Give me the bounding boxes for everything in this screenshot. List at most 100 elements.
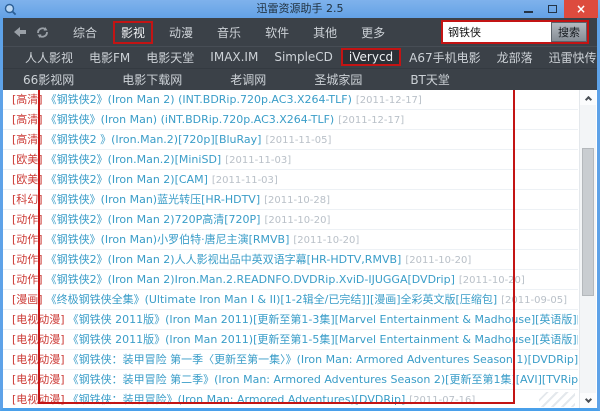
search-input[interactable] bbox=[443, 22, 551, 42]
app-window: 迅雷资源助手 2.5 × 综合 影视 动漫 音乐 软件 其他 更多 钢铁侠 搜索… bbox=[0, 0, 600, 411]
back-arrow-icon bbox=[14, 27, 26, 37]
result-date: [2011-11-05] bbox=[265, 135, 332, 146]
site-nav-item[interactable]: 电影下载网 bbox=[114, 69, 190, 90]
category-tag: [动作] bbox=[12, 273, 43, 286]
result-row[interactable]: [动作] 《钢铁侠》(Iron Man)小罗伯特·唐尼主演[RMVB] [2011-… bbox=[3, 230, 578, 250]
resize-grip[interactable] bbox=[539, 392, 575, 407]
category-tab[interactable]: 其他 bbox=[305, 21, 345, 44]
site-nav-item[interactable]: 老调网 bbox=[222, 69, 274, 90]
result-row[interactable]: [欧美] 《钢铁侠2》(Iron.Man.2)[MiniSD] [2011-11-0… bbox=[3, 150, 578, 170]
close-button[interactable]: × bbox=[564, 0, 598, 18]
site-nav-item[interactable]: IMAX.IM bbox=[202, 48, 266, 66]
category-tag: [动作] bbox=[12, 213, 43, 226]
titlebar: 迅雷资源助手 2.5 × bbox=[0, 0, 600, 18]
category-tab[interactable]: 软件 bbox=[257, 21, 297, 44]
result-link[interactable]: 《钢铁侠2》(Iron.Man.2)[MiniSD] bbox=[46, 153, 222, 166]
scroll-up-button[interactable] bbox=[580, 90, 596, 105]
result-row[interactable]: [动作] 《钢铁侠2》(Iron Man 2)Iron.Man.2.READNFO… bbox=[3, 270, 578, 290]
result-row[interactable]: [电视动漫] 《钢铁侠：装甲冒险 第一季〈更新至第一集〉》(Iron Man: A… bbox=[3, 350, 578, 370]
result-date: [2011-09-05] bbox=[501, 295, 568, 306]
result-link[interactable]: 《钢铁侠》(Iron Man)蓝光转压[HR-HDTV] bbox=[46, 193, 261, 206]
window-title: 迅雷资源助手 2.5 bbox=[256, 2, 344, 15]
back-button[interactable] bbox=[9, 21, 31, 43]
search-button[interactable]: 搜索 bbox=[551, 22, 587, 42]
minimize-button[interactable] bbox=[516, 0, 540, 18]
window-body: 综合影视动漫音乐软件其他更多 搜索 人人影视电影FM电影天堂IMAX.IMSim… bbox=[0, 18, 600, 411]
result-row[interactable]: [电视动漫] 《钢铁侠：装甲冒险 第二季》(Iron Man: Armored A… bbox=[3, 370, 578, 390]
scrollbar[interactable] bbox=[579, 90, 596, 408]
search-area: 搜索 bbox=[441, 20, 589, 44]
site-nav-item[interactable]: 66影视网 bbox=[15, 69, 82, 90]
app-logo-icon bbox=[4, 3, 17, 16]
category-tab[interactable]: 音乐 bbox=[209, 21, 249, 44]
category-tag: [漫画] bbox=[12, 293, 43, 306]
category-tag: [欧美] bbox=[12, 153, 43, 166]
scrollbar-track[interactable] bbox=[580, 105, 596, 393]
category-tab[interactable]: 更多 bbox=[353, 21, 393, 44]
site-nav-item[interactable]: 圣城家园 bbox=[306, 69, 370, 90]
chevron-up-icon bbox=[584, 95, 592, 103]
result-row[interactable]: [高清] 《钢铁侠》(Iron Man) (iNT.BDRip.720p.AC3.… bbox=[3, 110, 578, 130]
result-link[interactable]: 《钢铁侠 2011版》(Iron Man 2011)[更新至第1-3集][Mar… bbox=[68, 313, 578, 326]
result-row[interactable]: [高清] 《钢铁侠2 》(Iron.Man.2)[720p][BluRay] [20… bbox=[3, 130, 578, 150]
result-link[interactable]: 《钢铁侠2》(Iron Man 2)人人影视出品中英双语字幕[HR-HDTV,R… bbox=[46, 253, 402, 266]
site-nav-item[interactable]: 电影天堂 bbox=[138, 47, 202, 68]
category-tag: [动作] bbox=[12, 253, 43, 266]
category-tab[interactable]: 综合 bbox=[65, 21, 105, 44]
result-date: [2011-07-16] bbox=[409, 395, 476, 406]
result-date: [2011-10-20] bbox=[458, 275, 525, 286]
result-row[interactable]: [动作] 《钢铁侠2》(Iron Man 2)720P高清[720P] [2011-… bbox=[3, 210, 578, 230]
result-row[interactable]: [电视动漫] 《钢铁侠 2011版》(Iron Man 2011)[更新至第1-5… bbox=[3, 330, 578, 350]
result-link[interactable]: 《钢铁侠：装甲冒险 第一季〈更新至第一集〉》(Iron Man: Armored… bbox=[68, 353, 578, 366]
refresh-button[interactable] bbox=[31, 21, 53, 43]
category-tag: [高清] bbox=[12, 133, 43, 146]
site-nav-item[interactable]: A67手机电影 bbox=[401, 47, 488, 68]
result-date: [2011-11-03] bbox=[211, 175, 278, 186]
category-tag: [动作] bbox=[12, 233, 43, 246]
site-nav-item[interactable]: 人人影视 bbox=[17, 47, 81, 68]
maximize-button[interactable] bbox=[540, 0, 564, 18]
result-row[interactable]: [高清] 《钢铁侠2》(Iron Man 2) (INT.BDRip.720p.A… bbox=[3, 90, 578, 110]
category-tag: [电视动漫] bbox=[12, 353, 65, 366]
result-row[interactable]: [动作] 《钢铁侠2》(Iron Man 2)人人影视出品中英双语字幕[HR-HD… bbox=[3, 250, 578, 270]
category-tab[interactable]: 动漫 bbox=[161, 21, 201, 44]
result-link[interactable]: 《钢铁侠2》(Iron Man 2) (INT.BDRip.720p.AC3.X… bbox=[46, 93, 352, 106]
site-nav-row1: 人人影视 电影FM 电影天堂 IMAX.IM SimpleCD iVerycd A67手机电… bbox=[3, 46, 597, 68]
result-link[interactable]: 《钢铁侠2》(Iron Man 2)720P高清[720P] bbox=[46, 213, 261, 226]
result-date: [2011-10-28] bbox=[264, 195, 331, 206]
result-link[interactable]: 《钢铁侠2》(Iron Man 2)Iron.Man.2.READNFO.DVD… bbox=[46, 273, 455, 286]
site-nav-item[interactable]: iVerycd bbox=[340, 48, 402, 66]
result-row[interactable]: [漫画] 《终极钢铁侠全集》(Ultimate Iron Man I & II)[… bbox=[3, 290, 578, 310]
result-row[interactable]: [电视动漫] 《钢铁侠：装甲冒险》(Iron Man: Armored Adven… bbox=[3, 390, 578, 408]
result-link[interactable]: 《钢铁侠》(Iron Man) (iNT.BDRip.720p.AC3.X264… bbox=[46, 113, 335, 126]
result-link[interactable]: 《钢铁侠》(Iron Man)小罗伯特·唐尼主演[RMVB] bbox=[46, 233, 290, 246]
site-nav-row2: 66影视网 电影下载网 老调网 圣城家园 BT天堂 bbox=[3, 68, 597, 90]
result-row[interactable]: [科幻] 《钢铁侠》(Iron Man)蓝光转压[HR-HDTV] [2011-10… bbox=[3, 190, 578, 210]
site-nav-item[interactable]: 龙部落 bbox=[489, 47, 541, 68]
category-tag: [高清] bbox=[12, 93, 43, 106]
refresh-icon bbox=[36, 26, 48, 38]
result-link[interactable]: 《钢铁侠：装甲冒险》(Iron Man: Armored Adventures)… bbox=[68, 393, 406, 406]
scrollbar-thumb[interactable] bbox=[582, 148, 594, 296]
result-link[interactable]: 《钢铁侠 2011版》(Iron Man 2011)[更新至第1-5集][Mar… bbox=[68, 333, 578, 346]
minimize-icon bbox=[523, 11, 533, 13]
result-date: [2011-10-20] bbox=[405, 255, 472, 266]
result-row[interactable]: [电视动漫] 《钢铁侠 2011版》(Iron Man 2011)[更新至第1-3… bbox=[3, 310, 578, 330]
category-tab[interactable]: 影视 bbox=[113, 20, 154, 44]
result-link[interactable]: 《钢铁侠2 》(Iron.Man.2)[720p][BluRay] bbox=[46, 133, 262, 146]
main-toolbar: 综合影视动漫音乐软件其他更多 搜索 bbox=[3, 18, 597, 46]
result-link[interactable]: 《钢铁侠2》(Iron Man 2)[CAM] bbox=[46, 173, 208, 186]
category-tag: [电视动漫] bbox=[12, 313, 65, 326]
result-date: [2011-11-03] bbox=[225, 155, 292, 166]
scroll-down-button[interactable] bbox=[580, 393, 596, 408]
result-date: [2011-12-17] bbox=[355, 95, 422, 106]
site-nav-item[interactable]: 迅雷快传 bbox=[541, 47, 597, 68]
result-link[interactable]: 《终极钢铁侠全集》(Ultimate Iron Man I & II)[1-2辑… bbox=[46, 293, 498, 306]
category-tabs: 综合 影视 动漫 音乐 软件 其他 更多 bbox=[61, 20, 397, 44]
result-row[interactable]: [欧美] 《钢铁侠2》(Iron Man 2)[CAM] [2011-11-03] bbox=[3, 170, 578, 190]
category-tag: [电视动漫] bbox=[12, 393, 65, 406]
site-nav-item[interactable]: BT天堂 bbox=[402, 69, 458, 90]
site-nav-item[interactable]: SimpleCD bbox=[266, 48, 341, 66]
result-link[interactable]: 《钢铁侠：装甲冒险 第二季》(Iron Man: Armored Adventu… bbox=[68, 373, 578, 386]
site-nav-item[interactable]: 电影FM bbox=[81, 47, 138, 68]
